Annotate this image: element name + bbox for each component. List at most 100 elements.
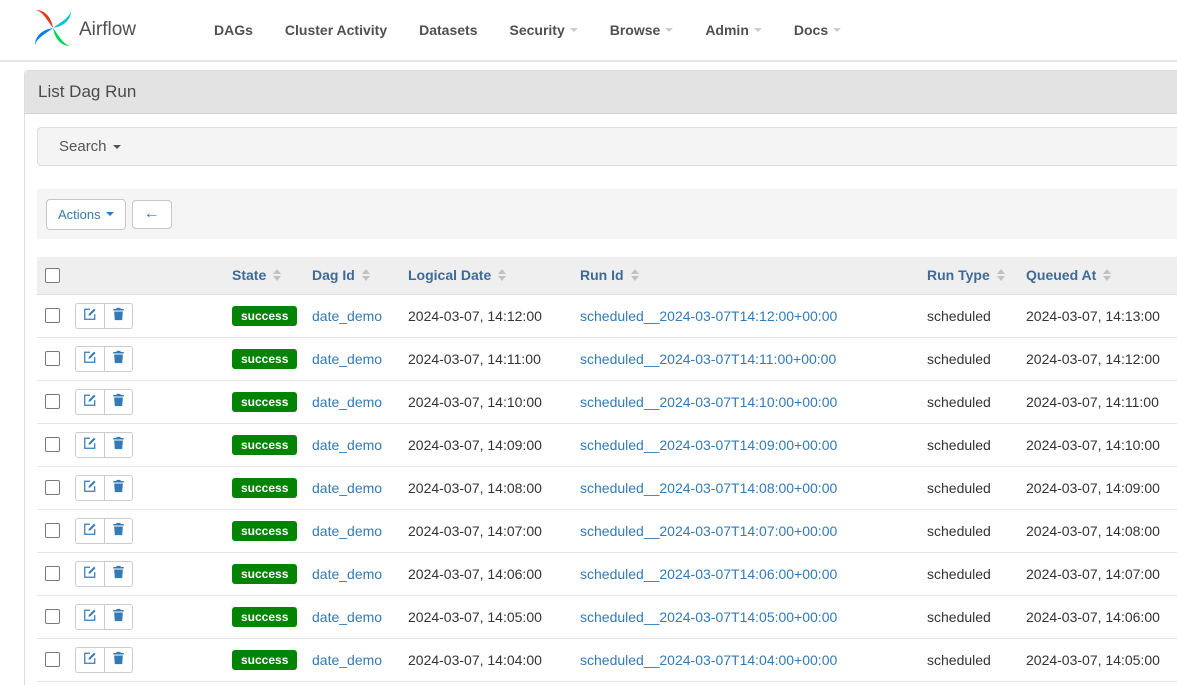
edit-record-button[interactable]: [75, 346, 105, 372]
nav-item-admin[interactable]: Admin: [689, 0, 778, 60]
sort-icon[interactable]: [498, 269, 506, 281]
trash-icon: [112, 307, 125, 324]
edit-record-button[interactable]: [75, 647, 105, 673]
dag-id-link[interactable]: date_demo: [312, 480, 382, 496]
delete-record-button[interactable]: [105, 518, 133, 544]
sort-icon[interactable]: [362, 269, 370, 281]
logical-date-cell: 2024-03-07, 14:03:00: [400, 681, 572, 685]
list-dag-run-panel: List Dag Run Search Actions ←: [24, 70, 1177, 685]
edit-icon: [83, 350, 97, 367]
row-checkbox[interactable]: [45, 308, 60, 323]
table-row: success date_demo 2024-03-07, 14:03:00 s…: [37, 681, 1177, 685]
column-header-run-type[interactable]: Run Type: [919, 257, 1018, 294]
table-row: success date_demo 2024-03-07, 14:09:00 s…: [37, 423, 1177, 466]
run-id-link[interactable]: scheduled__2024-03-07T14:06:00+00:00: [580, 566, 837, 582]
nav-item-datasets[interactable]: Datasets: [403, 0, 493, 60]
caret-down-icon: [570, 28, 578, 32]
dag-id-link[interactable]: date_demo: [312, 609, 382, 625]
sort-icon[interactable]: [1103, 269, 1111, 281]
run-type-cell: scheduled: [919, 595, 1018, 638]
edit-record-button[interactable]: [75, 561, 105, 587]
row-checkbox[interactable]: [45, 523, 60, 538]
search-accordion-toggle[interactable]: Search: [37, 127, 1177, 166]
queued-at-cell: 2024-03-07, 14:04:00: [1018, 681, 1177, 685]
delete-record-button[interactable]: [105, 561, 133, 587]
edit-record-button[interactable]: [75, 475, 105, 501]
run-id-link[interactable]: scheduled__2024-03-07T14:12:00+00:00: [580, 308, 837, 324]
delete-record-button[interactable]: [105, 604, 133, 630]
nav-item-browse[interactable]: Browse: [594, 0, 690, 60]
run-type-cell: scheduled: [919, 423, 1018, 466]
queued-at-cell: 2024-03-07, 14:13:00: [1018, 294, 1177, 337]
delete-record-button[interactable]: [105, 389, 133, 415]
run-id-link[interactable]: scheduled__2024-03-07T14:10:00+00:00: [580, 394, 837, 410]
status-badge: success: [232, 650, 297, 670]
delete-record-button[interactable]: [105, 647, 133, 673]
back-button[interactable]: ←: [132, 200, 172, 229]
run-id-link[interactable]: scheduled__2024-03-07T14:05:00+00:00: [580, 609, 837, 625]
column-header-queued-at[interactable]: Queued At: [1018, 257, 1177, 294]
row-checkbox[interactable]: [45, 652, 60, 667]
trash-icon: [112, 522, 125, 539]
row-checkbox[interactable]: [45, 566, 60, 581]
edit-icon: [83, 307, 97, 324]
column-header-logical-date[interactable]: Logical Date: [400, 257, 572, 294]
actions-column-header: [67, 257, 224, 294]
edit-record-button[interactable]: [75, 518, 105, 544]
delete-record-button[interactable]: [105, 475, 133, 501]
delete-record-button[interactable]: [105, 303, 133, 329]
edit-record-button[interactable]: [75, 389, 105, 415]
dag-id-link[interactable]: date_demo: [312, 437, 382, 453]
column-header-run-id[interactable]: Run Id: [572, 257, 919, 294]
column-header-dag-id[interactable]: Dag Id: [304, 257, 400, 294]
column-header-state[interactable]: State: [224, 257, 304, 294]
select-all-checkbox[interactable]: [45, 268, 60, 283]
dag-id-link[interactable]: date_demo: [312, 351, 382, 367]
run-type-cell: scheduled: [919, 380, 1018, 423]
nav-item-docs[interactable]: Docs: [778, 0, 857, 60]
dag-id-link[interactable]: date_demo: [312, 566, 382, 582]
run-id-link[interactable]: scheduled__2024-03-07T14:07:00+00:00: [580, 523, 837, 539]
nav-item-dags[interactable]: DAGs: [198, 0, 269, 60]
dag-id-link[interactable]: date_demo: [312, 523, 382, 539]
actions-dropdown-button[interactable]: Actions: [46, 199, 126, 230]
sort-icon[interactable]: [273, 269, 281, 281]
queued-at-cell: 2024-03-07, 14:05:00: [1018, 638, 1177, 681]
row-checkbox[interactable]: [45, 351, 60, 366]
edit-record-button[interactable]: [75, 604, 105, 630]
dag-id-link[interactable]: date_demo: [312, 308, 382, 324]
table-row: success date_demo 2024-03-07, 14:08:00 s…: [37, 466, 1177, 509]
row-checkbox[interactable]: [45, 394, 60, 409]
run-id-link[interactable]: scheduled__2024-03-07T14:11:00+00:00: [580, 351, 836, 367]
nav-item-security[interactable]: Security: [493, 0, 593, 60]
run-type-cell: scheduled: [919, 509, 1018, 552]
delete-record-button[interactable]: [105, 432, 133, 458]
status-badge: success: [232, 349, 297, 369]
table-header-row: State Dag Id Logical Date Run Id: [37, 257, 1177, 294]
nav-item-cluster-activity[interactable]: Cluster Activity: [269, 0, 403, 60]
run-id-link[interactable]: scheduled__2024-03-07T14:04:00+00:00: [580, 652, 837, 668]
status-badge: success: [232, 478, 297, 498]
run-id-link[interactable]: scheduled__2024-03-07T14:08:00+00:00: [580, 480, 837, 496]
airflow-brand[interactable]: Airflow: [33, 8, 136, 53]
run-id-link[interactable]: scheduled__2024-03-07T14:09:00+00:00: [580, 437, 837, 453]
sort-icon[interactable]: [997, 269, 1005, 281]
table-row: success date_demo 2024-03-07, 14:06:00 s…: [37, 552, 1177, 595]
delete-record-button[interactable]: [105, 346, 133, 372]
dag-run-table: State Dag Id Logical Date Run Id: [37, 257, 1177, 685]
actions-toolbar: Actions ←: [37, 189, 1177, 239]
edit-record-button[interactable]: [75, 303, 105, 329]
sort-icon[interactable]: [631, 269, 639, 281]
nav-item-label: Datasets: [419, 22, 477, 38]
row-checkbox[interactable]: [45, 609, 60, 624]
caret-down-icon: [665, 28, 673, 32]
table-row: success date_demo 2024-03-07, 14:11:00 s…: [37, 337, 1177, 380]
dag-id-link[interactable]: date_demo: [312, 652, 382, 668]
run-type-cell: scheduled: [919, 294, 1018, 337]
logical-date-cell: 2024-03-07, 14:05:00: [400, 595, 572, 638]
logical-date-cell: 2024-03-07, 14:10:00: [400, 380, 572, 423]
row-checkbox[interactable]: [45, 480, 60, 495]
dag-id-link[interactable]: date_demo: [312, 394, 382, 410]
edit-record-button[interactable]: [75, 432, 105, 458]
row-checkbox[interactable]: [45, 437, 60, 452]
